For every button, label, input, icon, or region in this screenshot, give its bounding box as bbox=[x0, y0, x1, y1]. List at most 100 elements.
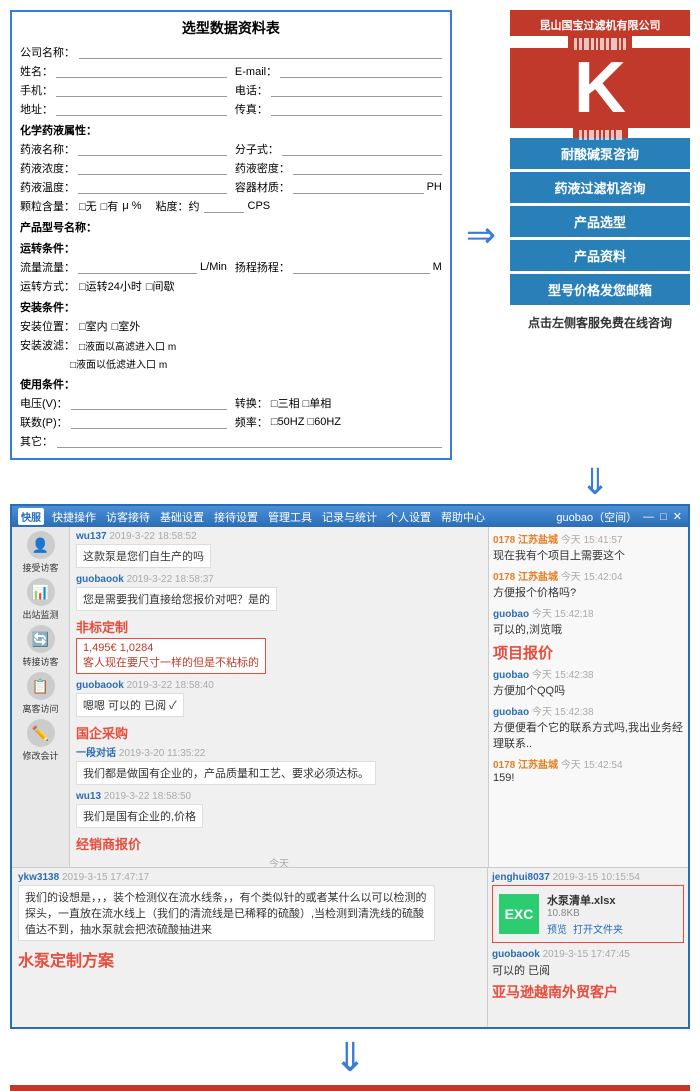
switch-item: 转换： □三相 □单相 bbox=[235, 395, 442, 411]
single-label: □单相 bbox=[303, 395, 332, 411]
chat-close[interactable]: ✕ bbox=[673, 510, 682, 523]
chat-minimize[interactable]: — bbox=[643, 511, 654, 523]
flow-field[interactable] bbox=[78, 260, 197, 274]
file-open-btn[interactable]: 打开文件夹 bbox=[573, 921, 623, 936]
sender-guobaook-2: guobaook bbox=[76, 680, 124, 691]
density-field[interactable] bbox=[293, 161, 442, 175]
annotation-feibiao-block: 非标定制 bbox=[76, 617, 482, 636]
hz-label: 频率： bbox=[235, 414, 268, 430]
bottom-read-text: 可以的 已阅 bbox=[492, 962, 684, 978]
nav-quickop[interactable]: 快捷操作 bbox=[52, 509, 96, 525]
email-field[interactable] bbox=[280, 64, 442, 78]
viscosity-label: 粘度：约 bbox=[156, 198, 200, 214]
material-field[interactable] bbox=[293, 180, 424, 194]
power-field[interactable] bbox=[71, 415, 227, 429]
chat-bottom-right: jenghui8037 2019-3-15 10:15:54 EXC 水泵清单.… bbox=[488, 868, 688, 1027]
nav-receive[interactable]: 接待设置 bbox=[214, 509, 258, 525]
right-arrow: ⇒ bbox=[462, 10, 500, 460]
barcode-bottom bbox=[573, 128, 628, 138]
nav-records[interactable]: 记录与统计 bbox=[322, 509, 377, 525]
right-sender-guobao-2: guobao bbox=[493, 670, 529, 681]
installmode-row: 安装波滤： □液面以高滤进入口 m bbox=[20, 337, 442, 353]
right-msg-guobao-1: guobao 今天 15:42:18 可以的,浏览哦 bbox=[493, 605, 684, 637]
sender-wu13: wu13 bbox=[76, 791, 101, 802]
modify-icon: ✏️ bbox=[27, 719, 55, 747]
fax-field[interactable] bbox=[271, 102, 442, 116]
msg-wu13: wu13 2019-3-22 18:58:50 我们是国有企业的,价格 bbox=[76, 791, 482, 828]
annotation-jingxiao: 经销商报价 bbox=[76, 834, 141, 853]
voltage-field[interactable] bbox=[71, 396, 227, 410]
file-info: 水泵清单.xlsx 10.8KB 预览 打开文件夹 bbox=[547, 892, 623, 936]
ph-label: PH bbox=[427, 181, 442, 193]
other-row: 其它： bbox=[20, 433, 442, 449]
flow-label: 流量流量： bbox=[20, 259, 75, 275]
sidebar-transfer[interactable]: 🔄 转接访客 bbox=[19, 625, 63, 668]
intermittent-label: □间歇 bbox=[146, 278, 175, 294]
file-preview-btn[interactable]: 预览 bbox=[547, 921, 567, 936]
msg-guobaook-2: guobaook 2019-3-22 18:58:40 嗯嗯 可以的 已阅 ✓ bbox=[76, 680, 482, 717]
barcode-top bbox=[568, 36, 632, 48]
sidebar-offline[interactable]: 📋 离客访问 bbox=[19, 672, 63, 715]
tel-field[interactable] bbox=[271, 83, 442, 97]
right-meta-0178-3: 0178 江苏盐城 今天 15:42:54 bbox=[493, 756, 684, 771]
menu-btn-selection[interactable]: 产品选型 bbox=[510, 206, 690, 237]
sidebar-receive-visitor[interactable]: 👤 接受访客 bbox=[19, 531, 63, 574]
offline-label: 离客访问 bbox=[19, 702, 63, 715]
name-field[interactable] bbox=[56, 64, 227, 78]
annotation-guoqi: 国企采购 bbox=[76, 723, 128, 742]
other-field[interactable] bbox=[57, 434, 442, 448]
nav-tools[interactable]: 管理工具 bbox=[268, 509, 312, 525]
bottom-arrow-container: ⇓ bbox=[0, 1035, 700, 1081]
concentration-field[interactable] bbox=[78, 161, 227, 175]
bubble-guobaook-2: 嗯嗯 可以的 已阅 ✓ bbox=[76, 693, 184, 717]
bottom-msg-ykw: ykw3138 2019-3-15 17:47:17 我们的设想是，，，装个检测… bbox=[18, 872, 481, 941]
msg-enterprise: 一段对话 2019-3-20 11:35:22 我们都是做国有企业的，产品质量和… bbox=[76, 744, 482, 785]
head-field[interactable] bbox=[293, 260, 430, 274]
hz60-label: □60HZ bbox=[307, 416, 341, 428]
right-time-0178-1: 今天 15:41:57 bbox=[561, 535, 623, 546]
address-field[interactable] bbox=[56, 102, 227, 116]
today-label: 今天 bbox=[76, 855, 482, 867]
voltage-row: 电压(V)： 转换： □三相 □单相 bbox=[20, 395, 442, 411]
menu-btn-filter[interactable]: 药液过滤机咨询 bbox=[510, 172, 690, 203]
right-sender-0178-3: 0178 江苏盐城 bbox=[493, 760, 558, 771]
right-sender-0178-1: 0178 江苏盐城 bbox=[493, 535, 558, 546]
bottom-red-line bbox=[10, 1085, 690, 1091]
nav-visitor[interactable]: 访客接待 bbox=[106, 509, 150, 525]
drugname-field[interactable] bbox=[78, 142, 227, 156]
tel-label: 电话： bbox=[235, 82, 268, 98]
nav-help[interactable]: 帮助中心 bbox=[441, 509, 485, 525]
chat-maximize[interactable]: □ bbox=[660, 511, 667, 523]
phone-field[interactable] bbox=[56, 83, 227, 97]
right-time-0178-3: 今天 15:42:54 bbox=[561, 760, 623, 771]
bubble-enterprise: 我们都是做国有企业的，产品质量和工艺、要求必须达标。 bbox=[76, 761, 376, 785]
molecular-field[interactable] bbox=[282, 142, 442, 156]
transfer-icon: 🔄 bbox=[27, 625, 55, 653]
nav-basic[interactable]: 基础设置 bbox=[160, 509, 204, 525]
chat-right-panel: 0178 江苏盐城 今天 15:41:57 现在我有个项目上需要这个 0178 … bbox=[488, 527, 688, 867]
voltage-item: 电压(V)： bbox=[20, 395, 227, 411]
annotation-guoqi-block: 国企采购 bbox=[76, 723, 482, 742]
install-section-title: 安装条件： bbox=[20, 299, 442, 315]
right-time-guobao-1: 今天 15:42:18 bbox=[532, 609, 594, 620]
sidebar-outbound[interactable]: 📊 出站监测 bbox=[19, 578, 63, 621]
menu-btn-info[interactable]: 产品资料 bbox=[510, 240, 690, 271]
sidebar-modify[interactable]: ✏️ 修改会计 bbox=[19, 719, 63, 762]
below-row: □液面以低滤进入口 m bbox=[20, 356, 442, 371]
other-label: 其它： bbox=[20, 433, 53, 449]
phone-item: 手机： bbox=[20, 82, 227, 98]
company-field[interactable] bbox=[79, 45, 442, 59]
right-msg-0178-3: 0178 江苏盐城 今天 15:42:54 159! bbox=[493, 756, 684, 784]
modify-label: 修改会计 bbox=[19, 749, 63, 762]
temp-field[interactable] bbox=[78, 180, 227, 194]
annotation-project: 项目报价 bbox=[493, 642, 684, 663]
menu-btn-acid[interactable]: 耐酸碱泵咨询 bbox=[510, 138, 690, 169]
nav-personal[interactable]: 个人设置 bbox=[387, 509, 431, 525]
menu-btn-email[interactable]: 型号价格发您邮箱 bbox=[510, 274, 690, 305]
power-hz-row: 联数(P)： 频率： □50HZ □60HZ bbox=[20, 414, 442, 430]
prices-text: 1,495€ 1,0284 bbox=[83, 642, 259, 654]
annotation-jingxiao-block: 经销商报价 bbox=[76, 834, 482, 853]
viscosity-field[interactable] bbox=[204, 199, 244, 213]
file-card: EXC 水泵清单.xlsx 10.8KB 预览 打开文件夹 bbox=[492, 885, 684, 943]
bottom-right-meta: jenghui8037 2019-3-15 10:15:54 bbox=[492, 872, 684, 883]
